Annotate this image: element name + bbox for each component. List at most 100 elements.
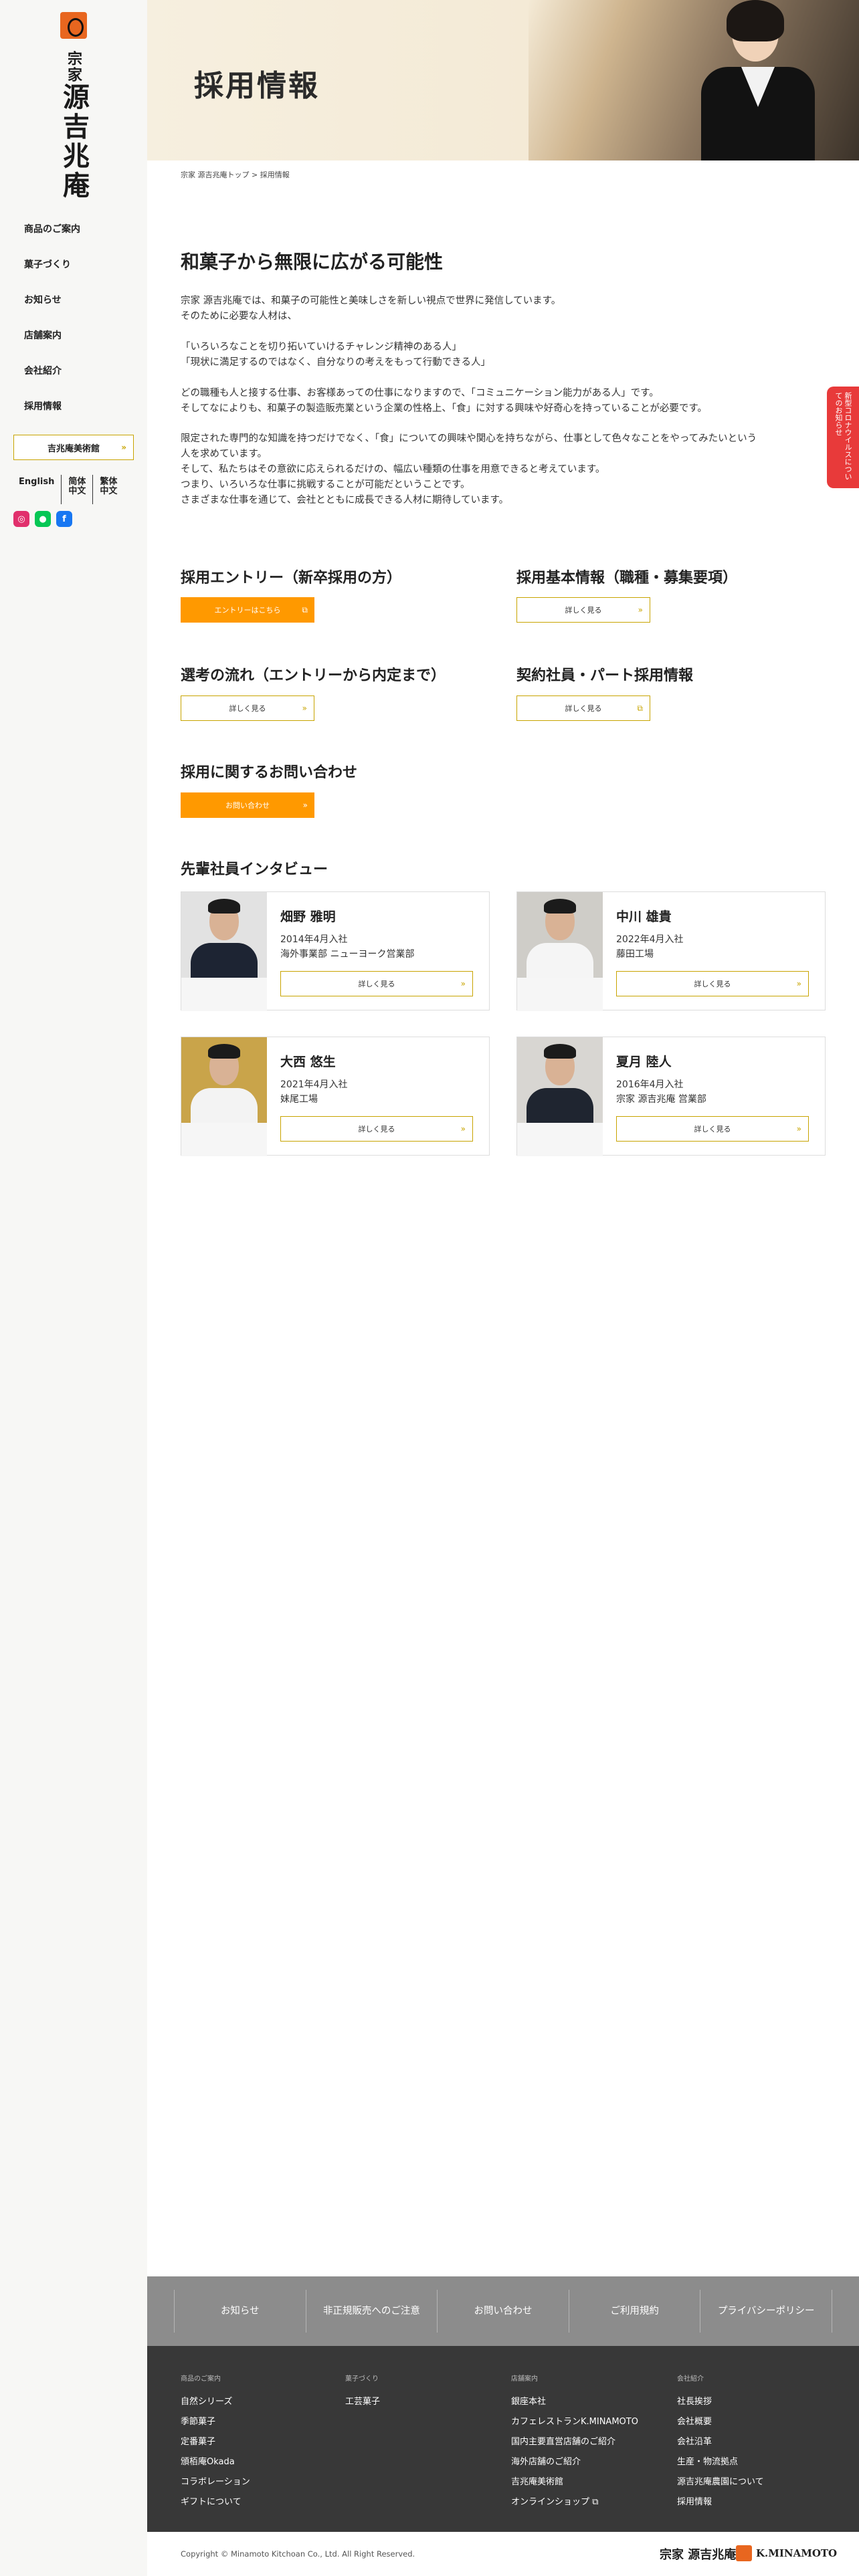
department: 宗家 源吉兆庵 営業部 — [616, 1094, 706, 1105]
avatar — [517, 892, 603, 978]
footer-links: 商品のご案内 自然シリーズ 季節菓子 定番菓子 頒栢庵Okada コラボレーショ… — [147, 2346, 859, 2532]
interviewee-name: 大西 悠生 — [280, 1055, 336, 1069]
interviewee-name: 夏月 陸人 — [616, 1055, 672, 1069]
footer-link[interactable]: 銀座本社 — [511, 2392, 638, 2412]
footer-link[interactable]: ギフトについて — [181, 2492, 250, 2512]
interview-card[interactable]: 畑野 雅明 2014年4月入社 海外事業部 ニューヨーク営業部 詳しく見る » — [181, 891, 490, 1011]
entry-button[interactable]: エントリーはこちら ⧉ — [181, 597, 314, 623]
external-link-icon: ⧉ — [302, 605, 308, 615]
interviewee-name: 中川 雄貴 — [616, 909, 672, 924]
contract-button[interactable]: 詳しく見る ⧉ — [516, 695, 650, 721]
footer-link[interactable]: 頒栢庵Okada — [181, 2452, 250, 2472]
double-chevron-right-icon: » — [796, 979, 801, 988]
footer-link[interactable]: コラボレーション — [181, 2472, 250, 2492]
hero-banner: 採用情報 — [147, 0, 859, 160]
footer-link[interactable]: 定番菓子 — [181, 2432, 250, 2452]
footer-column-craft: 菓子づくり 工芸菓子 — [345, 2373, 380, 2412]
footer-link[interactable]: 自然シリーズ — [181, 2392, 250, 2412]
contract-section-title: 契約社員・パート採用情報 — [516, 667, 694, 684]
intro-paragraph-4: 限定された専門的な知識を持つだけでなく、「食」についての興味や関心を持ちながら、… — [181, 433, 757, 506]
footer-nav-privacy[interactable]: プライバシーポリシー — [700, 2290, 832, 2333]
covid-notice-tab[interactable]: 新型コロナウイルスについてのお知らせ — [827, 387, 859, 488]
footer-link[interactable]: オンラインショップ ⧉ — [511, 2492, 638, 2512]
nav-item-recruit[interactable]: 採用情報 — [24, 399, 80, 413]
instagram-icon[interactable]: ◎ — [13, 511, 29, 527]
basic-info-section-title: 採用基本情報（職種・募集要項） — [516, 570, 738, 586]
contact-button[interactable]: お問い合わせ » — [181, 792, 314, 818]
breadcrumb-home[interactable]: 宗家 源吉兆庵トップ — [181, 171, 250, 179]
footer-link[interactable]: 季節菓子 — [181, 2412, 250, 2432]
double-chevron-right-icon: » — [638, 605, 643, 615]
selection-flow-button[interactable]: 詳しく見る » — [181, 695, 314, 721]
footer-column-stores: 店舗案内 銀座本社 カフェレストランK.MINAMOTO 国内主要直営店舗のご紹… — [511, 2373, 638, 2512]
intro-paragraph-2: 「いろいろなことを切り拓いていけるチャレンジ精神のある人」 「現状に満足するのでは… — [181, 342, 490, 368]
footer-link[interactable]: 工芸菓子 — [345, 2392, 380, 2412]
footer-link[interactable]: 採用情報 — [677, 2492, 764, 2512]
selection-flow-section-title: 選考の流れ（エントリーから内定まで） — [181, 667, 446, 684]
interview-card[interactable]: 大西 悠生 2021年4月入社 妹尾工場 詳しく見る » — [181, 1037, 490, 1156]
nav-item-news[interactable]: お知らせ — [24, 293, 80, 306]
footer-column-company: 会社紹介 社長挨拶 会社概要 会社沿革 生産・物流拠点 源吉兆庵農園について 採… — [677, 2373, 764, 2512]
lang-traditional-chinese[interactable]: 繁体 中文 — [92, 475, 124, 504]
nav-item-craft[interactable]: 菓子づくり — [24, 257, 80, 271]
lang-simplified-chinese[interactable]: 简体 中文 — [61, 475, 92, 504]
line-icon[interactable]: ● — [35, 511, 51, 527]
double-chevron-right-icon: » — [460, 1124, 466, 1134]
footer-link[interactable]: カフェレストランK.MINAMOTO — [511, 2412, 638, 2432]
footer-link[interactable]: 会社沿革 — [677, 2432, 764, 2452]
footer-link[interactable]: 会社概要 — [677, 2412, 764, 2432]
department: 藤田工場 — [616, 949, 654, 960]
footer-link[interactable]: 社長挨拶 — [677, 2392, 764, 2412]
footer-link[interactable]: 海外店舗のご紹介 — [511, 2452, 638, 2472]
avatar — [517, 1037, 603, 1123]
nav-item-products[interactable]: 商品のご案内 — [24, 222, 80, 235]
breadcrumb-current: 採用情報 — [260, 171, 290, 179]
lang-english[interactable]: English — [19, 475, 61, 504]
footer-link[interactable]: 生産・物流拠点 — [677, 2452, 764, 2472]
nav-item-stores[interactable]: 店舗案内 — [24, 328, 80, 342]
footer-nav-contact[interactable]: お問い合わせ — [437, 2290, 569, 2333]
footer-nav-unauthorized-sales[interactable]: 非正規販売へのご注意 — [305, 2290, 438, 2333]
brand-logo[interactable]: 宗家源吉兆庵 — [58, 12, 90, 211]
intro-paragraph-1: 宗家 源吉兆庵では、和菓子の可能性と美味しさを新しい視点で世界に発信しています。… — [181, 296, 561, 322]
avatar — [181, 1037, 267, 1123]
department: 海外事業部 ニューヨーク営業部 — [280, 949, 415, 960]
museum-button[interactable]: 吉兆庵美術館 » — [13, 435, 134, 460]
intro-paragraph-3: どの職種も人と接する仕事、お客様あっての仕事になりますので、「コミュニケーション… — [181, 388, 707, 414]
interview-more-button[interactable]: 詳しく見る » — [280, 1116, 473, 1142]
kminamoto-mark-icon — [736, 2545, 752, 2561]
interview-card[interactable]: 夏月 陸人 2016年4月入社 宗家 源吉兆庵 営業部 詳しく見る » — [516, 1037, 826, 1156]
footer-nav-terms[interactable]: ご利用規約 — [568, 2290, 700, 2333]
footer-column-products: 商品のご案内 自然シリーズ 季節菓子 定番菓子 頒栢庵Okada コラボレーショ… — [181, 2373, 250, 2512]
interview-more-button[interactable]: 詳しく見る » — [280, 971, 473, 996]
sidebar: 宗家源吉兆庵 商品のご案内 菓子づくり お知らせ 店舗案内 会社紹介 採用情報 … — [0, 0, 147, 2576]
contact-section-title: 採用に関するお問い合わせ — [181, 764, 358, 781]
museum-label: 吉兆庵美術館 — [47, 443, 100, 454]
social-links: ◎ ● f — [13, 511, 72, 527]
basic-info-button[interactable]: 詳しく見る » — [516, 597, 650, 623]
double-chevron-right-icon: » — [121, 443, 126, 452]
footer-link[interactable]: 吉兆庵美術館 — [511, 2472, 638, 2492]
sidebar-nav: 商品のご案内 菓子づくり お知らせ 店舗案内 会社紹介 採用情報 — [24, 222, 80, 435]
copyright: Copyright © Minamoto Kitchoan Co., Ltd. … — [181, 2549, 415, 2559]
interview-more-button[interactable]: 詳しく見る » — [616, 1116, 809, 1142]
interviewee-name: 畑野 雅明 — [280, 909, 336, 924]
hero-photo — [529, 0, 859, 160]
footer-link[interactable]: 国内主要直営店舗のご紹介 — [511, 2432, 638, 2452]
intro-heading: 和菓子から無限に広がる可能性 — [181, 251, 444, 273]
breadcrumb-separator: > — [252, 171, 258, 179]
logo-small-text: 宗家 — [65, 51, 82, 83]
nav-item-company[interactable]: 会社紹介 — [24, 364, 80, 377]
interview-card[interactable]: 中川 雄貴 2022年4月入社 藤田工場 詳しく見る » — [516, 891, 826, 1011]
interview-more-button[interactable]: 詳しく見る » — [616, 971, 809, 996]
footer-nav-news[interactable]: お知らせ — [174, 2290, 306, 2333]
footer-logo-minamoto[interactable]: 宗家 源吉兆庵 — [660, 2545, 736, 2563]
double-chevron-right-icon: » — [302, 704, 307, 713]
facebook-icon[interactable]: f — [56, 511, 72, 527]
footer-link[interactable]: 源吉兆庵農園について — [677, 2472, 764, 2492]
join-date: 2021年4月入社 — [280, 1079, 348, 1090]
external-link-icon: ⧉ — [637, 703, 643, 713]
footer-logo-kminamoto[interactable]: K.MINAMOTO — [736, 2545, 837, 2561]
join-date: 2016年4月入社 — [616, 1079, 684, 1090]
interviews-heading: 先輩社員インタビュー — [181, 861, 328, 878]
